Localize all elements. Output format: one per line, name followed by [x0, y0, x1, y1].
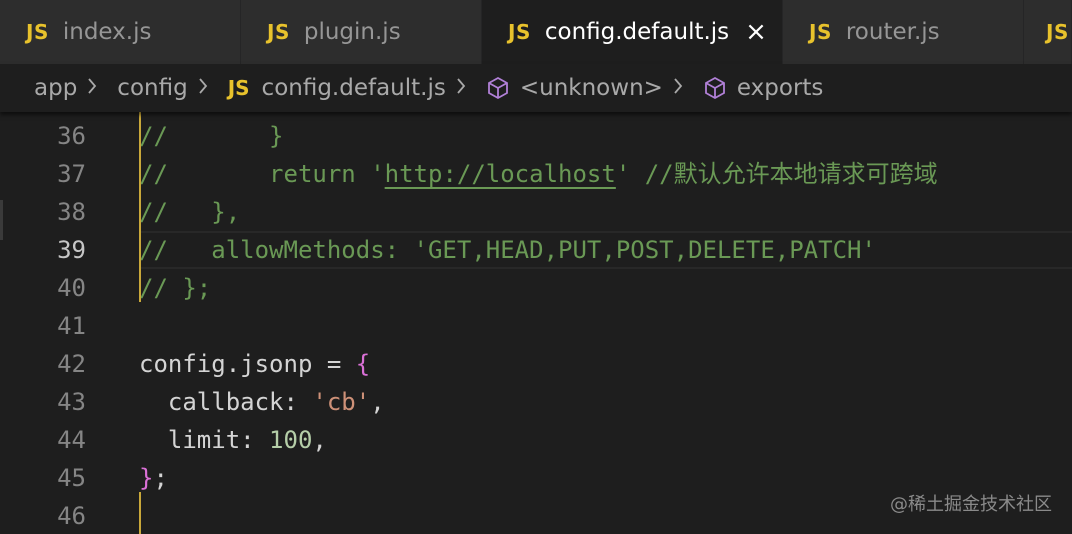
code-text: // }	[139, 117, 1072, 155]
cube-symbol-icon	[487, 76, 508, 100]
tab-plugin-js[interactable]: JS plugin.js	[241, 0, 482, 64]
chevron-right-icon	[198, 76, 218, 101]
line-number: 44	[57, 426, 86, 454]
chevron-right-icon	[456, 76, 476, 101]
code-text: // allowMethods: 'GET,HEAD,PUT,POST,DELE…	[139, 231, 1072, 269]
code-line[interactable]: 44 limit: 100,	[0, 421, 1072, 459]
code-text: // return 'http://localhost' //默认允许本地请求可…	[139, 155, 1072, 193]
javascript-file-icon: JS	[809, 20, 832, 44]
tab-router-js[interactable]: JS router.js	[783, 0, 1024, 64]
code-token: // allowMethods: 'GET,HEAD,PUT,POST,DELE…	[139, 236, 876, 264]
breadcrumb: app config JS config.default.js <unknown…	[0, 64, 1072, 112]
breadcrumb-exports[interactable]: exports	[703, 75, 823, 101]
code-token: // };	[139, 274, 212, 302]
line-number: 39	[57, 236, 86, 264]
breadcrumb-separator	[188, 76, 228, 101]
editor-tab-bar: JS index.js JS plugin.js JS config.defau…	[0, 0, 1072, 64]
javascript-file-icon: JS	[508, 20, 531, 44]
tab-label: plugin.js	[303, 19, 401, 45]
code-text: // },	[139, 193, 1072, 231]
javascript-file-icon: JS	[1046, 20, 1069, 44]
code-token: ;	[153, 464, 168, 492]
cube-symbol-icon	[705, 76, 725, 100]
breadcrumb-app[interactable]: app	[34, 75, 77, 101]
tab-label: router.js	[845, 19, 940, 45]
indent-guide	[139, 492, 141, 534]
line-number: 38	[57, 198, 86, 226]
breadcrumb-config[interactable]: config	[117, 75, 187, 101]
breadcrumb-unknown[interactable]: <unknown>	[486, 75, 663, 101]
tab-overflow[interactable]: JS	[1024, 0, 1072, 64]
code-line[interactable]: 43 callback: 'cb',	[0, 383, 1072, 421]
code-token: limit:	[139, 426, 270, 454]
line-number: 41	[57, 312, 86, 340]
gutter-marker	[0, 200, 3, 240]
code-token: 'cb'	[312, 388, 371, 416]
code-token: //	[139, 122, 270, 150]
code-line[interactable]: 40 // };	[0, 269, 1072, 307]
code-token: ' //默认允许本地请求可跨域	[615, 160, 938, 188]
code-token: }	[139, 464, 154, 492]
line-number: 46	[57, 502, 86, 530]
code-token: ,	[370, 388, 385, 416]
line-number: 45	[57, 464, 86, 492]
code-text: // };	[139, 269, 1072, 307]
line-number: 37	[57, 160, 86, 188]
code-line[interactable]: 41	[0, 307, 1072, 345]
chevron-right-icon	[673, 76, 693, 101]
code-text: callback: 'cb',	[139, 383, 1072, 421]
breadcrumb-separator	[663, 76, 703, 101]
line-number: 43	[57, 388, 86, 416]
javascript-file-icon: JS	[227, 76, 250, 100]
code-text: limit: 100,	[139, 421, 1072, 459]
line-number: 40	[57, 274, 86, 302]
code-editor[interactable]: 46 45}; 44 limit: 100, 43 callback: 'cb', 42…	[0, 112, 1072, 534]
code-token: // return '	[139, 160, 385, 188]
code-token: {	[355, 350, 371, 378]
indent-guide	[139, 112, 141, 302]
javascript-file-icon: JS	[26, 20, 49, 44]
code-token: 100	[269, 426, 313, 454]
tab-label: config.default.js	[544, 19, 730, 45]
line-number: 42	[57, 350, 86, 378]
breadcrumb-separator	[77, 76, 117, 101]
code-token: ,	[312, 426, 327, 454]
code-line[interactable]: 38 // },	[0, 193, 1072, 231]
tab-label: index.js	[62, 19, 152, 45]
code-line[interactable]: 39 // allowMethods: 'GET,HEAD,PUT,POST,DE…	[0, 231, 1072, 269]
code-token: }	[269, 122, 284, 150]
tab-index-js[interactable]: JS index.js	[0, 0, 241, 64]
line-number: 36	[57, 122, 86, 150]
breadcrumb-separator	[446, 76, 486, 101]
code-line[interactable]: 37 // return 'http://localhost' //默认允许本地请…	[0, 155, 1072, 193]
code-token: // },	[139, 198, 241, 226]
code-token: callback:	[139, 388, 313, 416]
tab-config-default-js[interactable]: JS config.default.js ×	[482, 0, 783, 64]
chevron-right-icon	[87, 76, 107, 101]
code-line[interactable]: 36 // }	[0, 117, 1072, 155]
code-text: config.jsonp = {	[139, 345, 1072, 383]
breadcrumb-file[interactable]: JS config.default.js	[228, 75, 446, 101]
javascript-file-icon: JS	[267, 20, 290, 44]
code-token: config.jsonp =	[139, 350, 356, 378]
code-line[interactable]: 42 config.jsonp = {	[0, 345, 1072, 383]
watermark: @稀土掘金技术社区	[890, 494, 1052, 515]
close-icon[interactable]: ×	[745, 19, 767, 45]
code-token: http://localhost	[384, 160, 616, 188]
